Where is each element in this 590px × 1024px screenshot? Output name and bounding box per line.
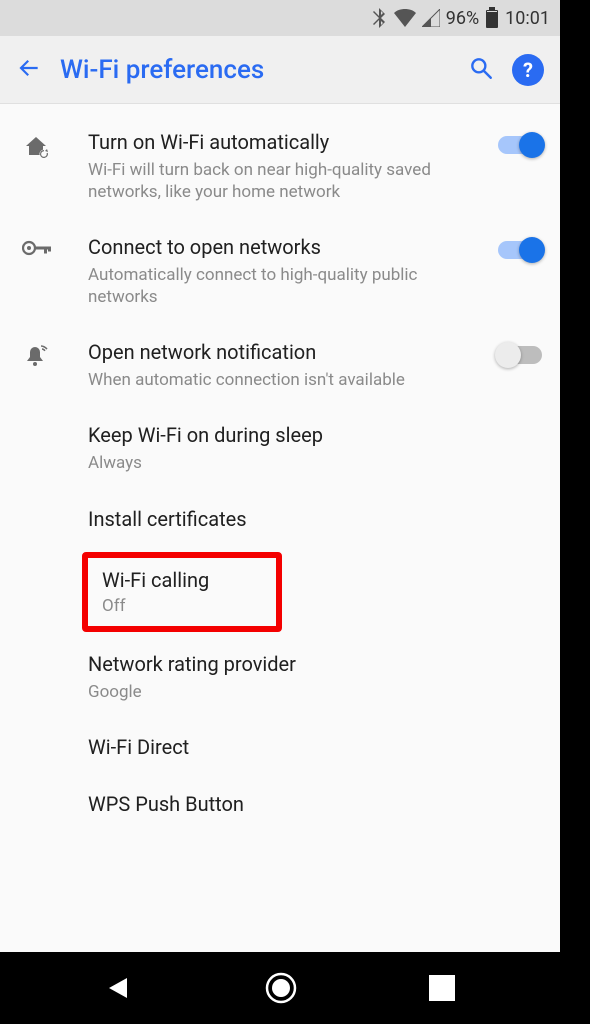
setting-title: Network rating provider bbox=[88, 652, 476, 677]
setting-title: WPS Push Button bbox=[88, 792, 476, 817]
setting-title: Turn on Wi-Fi automatically bbox=[88, 130, 476, 155]
nav-recents-button[interactable] bbox=[429, 975, 455, 1001]
setting-wps-push[interactable]: WPS Push Button bbox=[0, 776, 560, 821]
search-button[interactable] bbox=[468, 55, 494, 85]
clock: 10:01 bbox=[505, 8, 550, 29]
setting-title: Keep Wi-Fi on during sleep bbox=[88, 423, 476, 448]
bluetooth-icon bbox=[372, 8, 388, 28]
status-bar: 96% 10:01 bbox=[0, 0, 560, 36]
setting-title: Install certificates bbox=[88, 507, 476, 532]
setting-subtitle: Automatically connect to high-quality pu… bbox=[88, 264, 476, 308]
setting-install-certs[interactable]: Install certificates bbox=[0, 491, 560, 548]
navigation-bar bbox=[0, 952, 560, 1024]
battery-icon bbox=[485, 7, 499, 29]
wifi-icon bbox=[394, 9, 416, 27]
cell-signal-icon bbox=[422, 9, 440, 27]
setting-open-notification[interactable]: Open network notification When automatic… bbox=[0, 324, 560, 407]
nav-home-button[interactable] bbox=[264, 971, 298, 1005]
bell-wifi-icon bbox=[16, 340, 88, 370]
phone-frame: 96% 10:01 Wi-Fi preferences ? Turn on Wi… bbox=[0, 0, 560, 1024]
setting-subtitle: Off bbox=[102, 596, 262, 616]
setting-subtitle: Google bbox=[88, 681, 476, 703]
setting-title: Connect to open networks bbox=[88, 235, 476, 260]
setting-wifi-direct[interactable]: Wi-Fi Direct bbox=[0, 719, 560, 776]
app-bar: Wi-Fi preferences ? bbox=[0, 36, 560, 104]
page-title: Wi-Fi preferences bbox=[60, 55, 450, 85]
setting-title: Wi-Fi calling bbox=[102, 568, 262, 592]
toggle-open-networks[interactable] bbox=[498, 241, 542, 259]
toggle-auto-wifi[interactable] bbox=[498, 136, 542, 154]
help-button[interactable]: ? bbox=[512, 54, 544, 86]
setting-open-networks[interactable]: Connect to open networks Automatically c… bbox=[0, 219, 560, 324]
setting-subtitle: Always bbox=[88, 452, 476, 474]
settings-list: Turn on Wi-Fi automatically Wi-Fi will t… bbox=[0, 104, 560, 952]
setting-subtitle: Wi-Fi will turn back on near high-qualit… bbox=[88, 159, 476, 203]
home-refresh-icon bbox=[16, 130, 88, 160]
key-icon bbox=[16, 235, 88, 257]
battery-percent: 96% bbox=[446, 8, 479, 29]
toggle-open-notification[interactable] bbox=[498, 346, 542, 364]
setting-wifi-calling[interactable]: Wi-Fi calling Off bbox=[82, 552, 282, 632]
back-button[interactable] bbox=[16, 55, 42, 85]
setting-auto-wifi[interactable]: Turn on Wi-Fi automatically Wi-Fi will t… bbox=[0, 114, 560, 219]
setting-subtitle: When automatic connection isn't availabl… bbox=[88, 369, 476, 391]
setting-keep-on-sleep[interactable]: Keep Wi-Fi on during sleep Always bbox=[0, 407, 560, 490]
setting-title: Wi-Fi Direct bbox=[88, 735, 476, 760]
setting-rating-provider[interactable]: Network rating provider Google bbox=[0, 636, 560, 719]
nav-back-button[interactable] bbox=[105, 974, 133, 1002]
setting-title: Open network notification bbox=[88, 340, 476, 365]
